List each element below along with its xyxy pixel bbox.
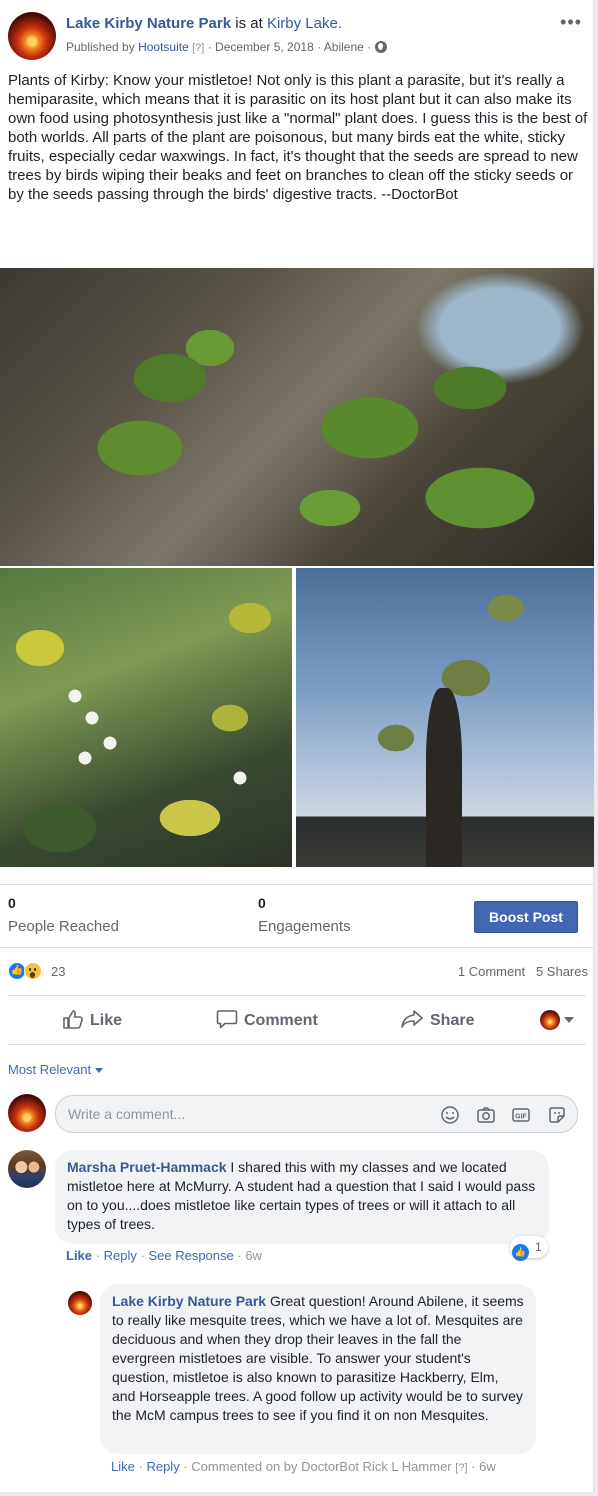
tree-trunk (426, 688, 462, 867)
reply-like-link[interactable]: Like (111, 1459, 135, 1474)
reply-reply-link[interactable]: Reply (146, 1459, 179, 1474)
separator: · (138, 1459, 143, 1474)
mistletoe-tree-photo[interactable] (296, 568, 594, 867)
post-insights: 0 People Reached 0 Engagements Boost Pos… (0, 884, 594, 948)
reply-text: Great question! Around Abilene, it seems… (112, 1293, 524, 1423)
like-button[interactable]: Like (62, 1009, 122, 1030)
separator: · (140, 1248, 145, 1263)
post-as-selector[interactable] (540, 1010, 574, 1030)
comment-bubble: Marsha Pruet-Hammack I shared this with … (55, 1150, 549, 1244)
reply-actions: Like · Reply · Commented on by DoctorBot… (111, 1459, 496, 1474)
more-options-icon[interactable]: ••• (560, 12, 582, 33)
comment-reply-link[interactable]: Reply (104, 1248, 137, 1263)
svg-text:GIF: GIF (516, 1114, 528, 1121)
like-icon (63, 1010, 83, 1029)
reply-author[interactable]: Lake Kirby Nature Park (112, 1293, 266, 1309)
page-avatar[interactable] (8, 12, 56, 60)
comment-button[interactable]: Comment (216, 1009, 318, 1030)
separator: · (317, 40, 322, 54)
commenter-tag[interactable]: [?] (455, 1462, 467, 1474)
people-reached-label: People Reached (8, 918, 119, 935)
separator: · (207, 40, 212, 54)
comment-time[interactable]: 6w (245, 1248, 262, 1263)
reply-bubble: Lake Kirby Nature Park Great question! A… (100, 1284, 536, 1454)
separator: · (95, 1248, 100, 1263)
globe-icon (374, 41, 387, 53)
comment-share-counts: 1 Comment 5 Shares (458, 964, 588, 979)
place-link[interactable]: Kirby Lake. (267, 15, 342, 32)
comment-likes: 1 (535, 1240, 542, 1254)
share-label: Share (430, 1012, 475, 1029)
page-avatar-small (540, 1010, 560, 1030)
action-bar: Like Comment Share (8, 995, 586, 1045)
wow-reaction-icon[interactable] (24, 962, 42, 980)
page-name-link[interactable]: Lake Kirby Nature Park (66, 15, 231, 32)
comment-author[interactable]: Marsha Pruet-Hammack (67, 1159, 227, 1175)
like-reaction-icon: 👍 (512, 1244, 529, 1261)
separator: · (367, 40, 372, 54)
commented-on-by[interactable]: Commented on by DoctorBot Rick L Hammer (191, 1459, 451, 1474)
comment-actions: Like · Reply · See Response · 6w (66, 1248, 262, 1263)
post-header: Lake Kirby Nature Park is at Kirby Lake.… (8, 12, 588, 62)
comment-icon (216, 1010, 238, 1029)
people-reached-value: 0 (8, 895, 16, 911)
post-card: Lake Kirby Nature Park is at Kirby Lake.… (0, 0, 594, 1492)
engagements-value: 0 (258, 895, 266, 911)
comment-like-count[interactable]: 👍 1 (510, 1236, 548, 1261)
comment-like-link[interactable]: Like (66, 1248, 92, 1263)
mistletoe-berries-photo[interactable] (0, 568, 292, 867)
comment-placeholder: Write a comment... (68, 1106, 186, 1122)
reply-time[interactable]: 6w (479, 1459, 496, 1474)
separator: · (183, 1459, 188, 1474)
sort-label: Most Relevant (8, 1062, 92, 1077)
mistletoe-photo-1[interactable] (0, 268, 594, 566)
separator: · (471, 1459, 476, 1474)
is-at-text: is at (235, 15, 263, 32)
emoji-icon[interactable] (440, 1105, 460, 1128)
shares-count[interactable]: 5 Shares (536, 964, 588, 979)
publisher-link[interactable]: Hootsuite (138, 40, 189, 54)
see-response-link[interactable]: See Response (148, 1248, 233, 1263)
post-location[interactable]: Abilene (324, 40, 364, 54)
reactions-summary: 👍 23 1 Comment 5 Shares (8, 960, 588, 984)
comments-count[interactable]: 1 Comment (458, 964, 525, 979)
like-label: Like (90, 1012, 123, 1029)
share-icon (401, 1010, 423, 1028)
comment-sort-dropdown[interactable]: Most Relevant (8, 1062, 104, 1077)
chevron-down-icon (95, 1068, 104, 1074)
commenter-avatar[interactable] (8, 1150, 46, 1188)
comment-tools: GIF (428, 1105, 567, 1128)
share-button[interactable]: Share (400, 1009, 474, 1030)
comment-label: Comment (244, 1012, 318, 1029)
published-by-label: Published by (66, 40, 135, 54)
sticker-icon[interactable] (547, 1105, 567, 1128)
chevron-down-icon (564, 1017, 574, 1023)
post-title: Lake Kirby Nature Park is at Kirby Lake. (66, 15, 342, 32)
publisher-tag[interactable]: [?] (192, 42, 204, 54)
engagements-label: Engagements (258, 918, 351, 935)
gif-icon[interactable]: GIF (511, 1105, 531, 1128)
post-message: Plants of Kirby: Know your mistletoe! No… (8, 72, 588, 203)
comment-input[interactable]: Write a comment... GIF (55, 1095, 578, 1133)
reply-avatar[interactable] (68, 1291, 92, 1315)
boost-post-button[interactable]: Boost Post (474, 901, 578, 933)
post-subtitle: Published by Hootsuite [?] · December 5,… (66, 40, 387, 54)
separator: · (237, 1248, 242, 1263)
post-date[interactable]: December 5, 2018 (215, 40, 314, 54)
camera-icon[interactable] (476, 1105, 496, 1128)
commenter-avatar (8, 1094, 46, 1132)
reaction-count[interactable]: 23 (51, 964, 65, 979)
